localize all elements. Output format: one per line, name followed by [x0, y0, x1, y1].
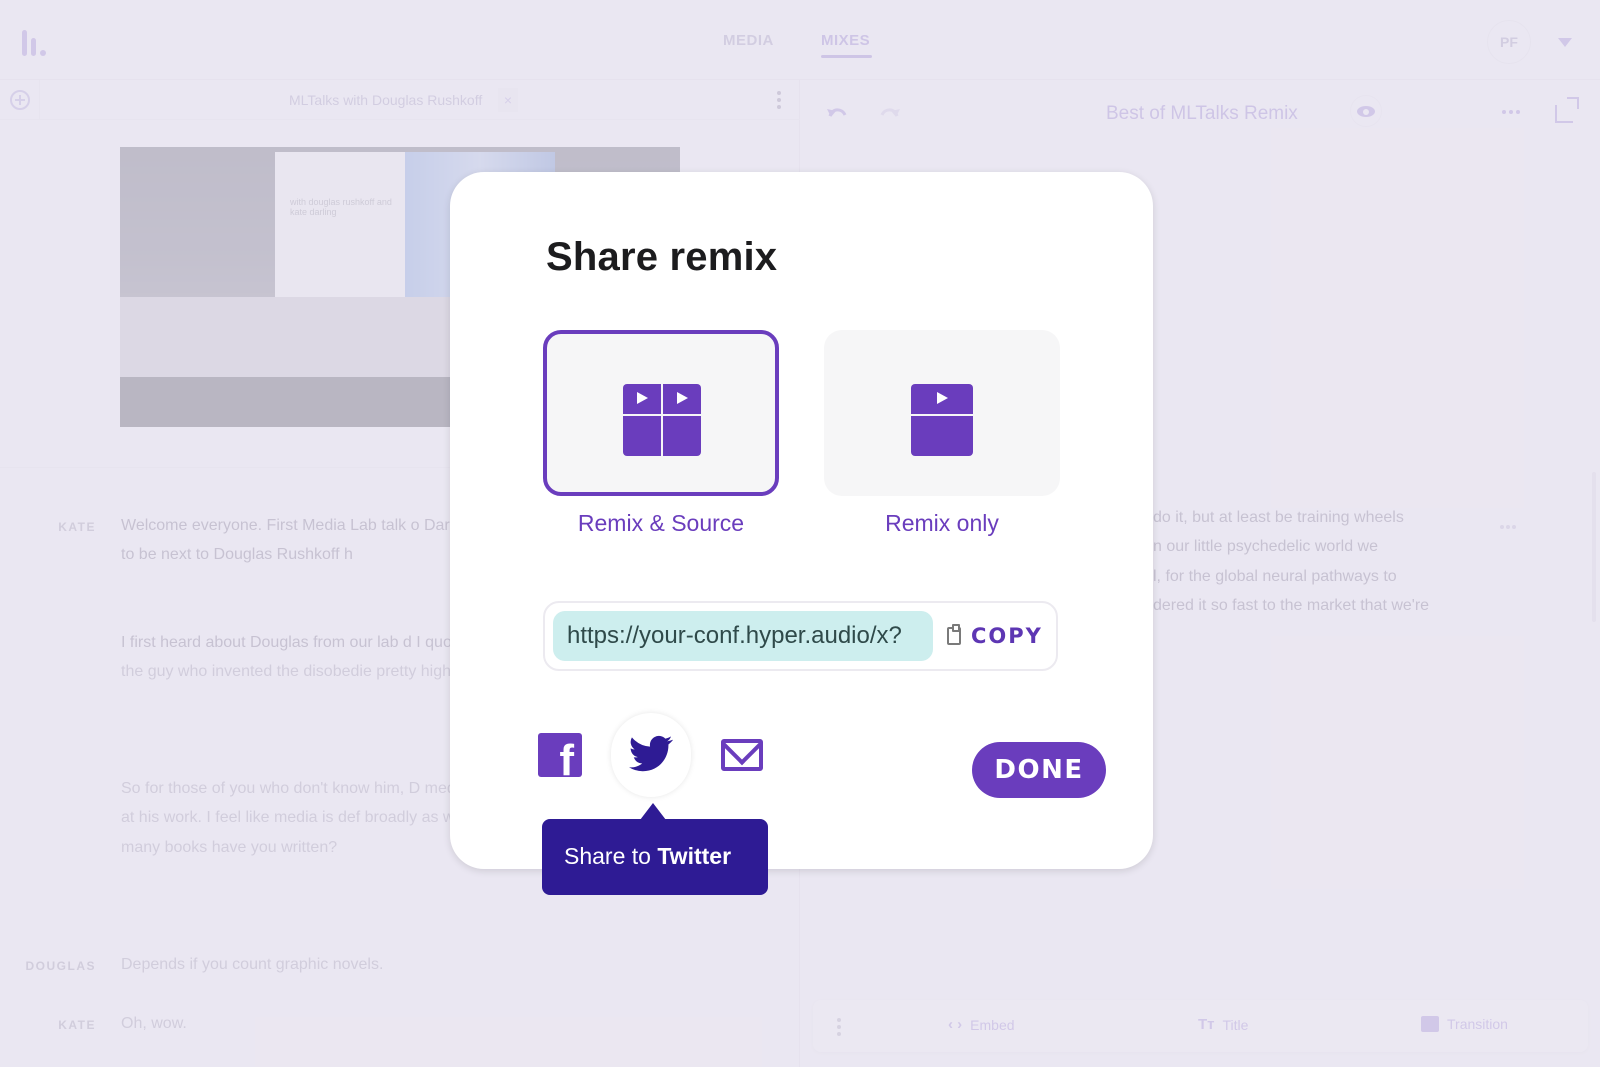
option-label-remix-and-source[interactable]: Remix & Source: [543, 510, 779, 537]
twitter-icon: [629, 735, 673, 772]
tooltip-text: Share to Twitter: [564, 843, 731, 870]
copy-button[interactable]: COPY: [939, 611, 1049, 661]
done-button[interactable]: DONE: [972, 742, 1106, 798]
clipboard-icon: [947, 624, 961, 645]
option-remix-and-source[interactable]: [543, 330, 779, 496]
option-label-remix-only[interactable]: Remix only: [824, 510, 1060, 537]
dialog-title: Share remix: [546, 235, 778, 279]
tooltip-service-name: Twitter: [657, 843, 732, 869]
share-url-box: COPY: [543, 601, 1058, 671]
facebook-icon: f: [559, 736, 574, 785]
email-share-button[interactable]: [721, 739, 763, 771]
two-column-video-layout-icon: [623, 384, 701, 456]
tooltip-prefix: Share to: [564, 843, 658, 869]
single-video-layout-icon: [911, 384, 973, 456]
copy-label: COPY: [971, 624, 1043, 648]
share-url-input[interactable]: [553, 611, 933, 661]
share-tooltip: Share to Twitter: [542, 803, 768, 895]
facebook-share-button[interactable]: f: [538, 733, 582, 783]
option-remix-only[interactable]: [824, 330, 1060, 496]
share-remix-dialog: Share remix Remix & Source Remix only CO…: [450, 172, 1153, 895]
twitter-share-button[interactable]: [611, 713, 691, 797]
